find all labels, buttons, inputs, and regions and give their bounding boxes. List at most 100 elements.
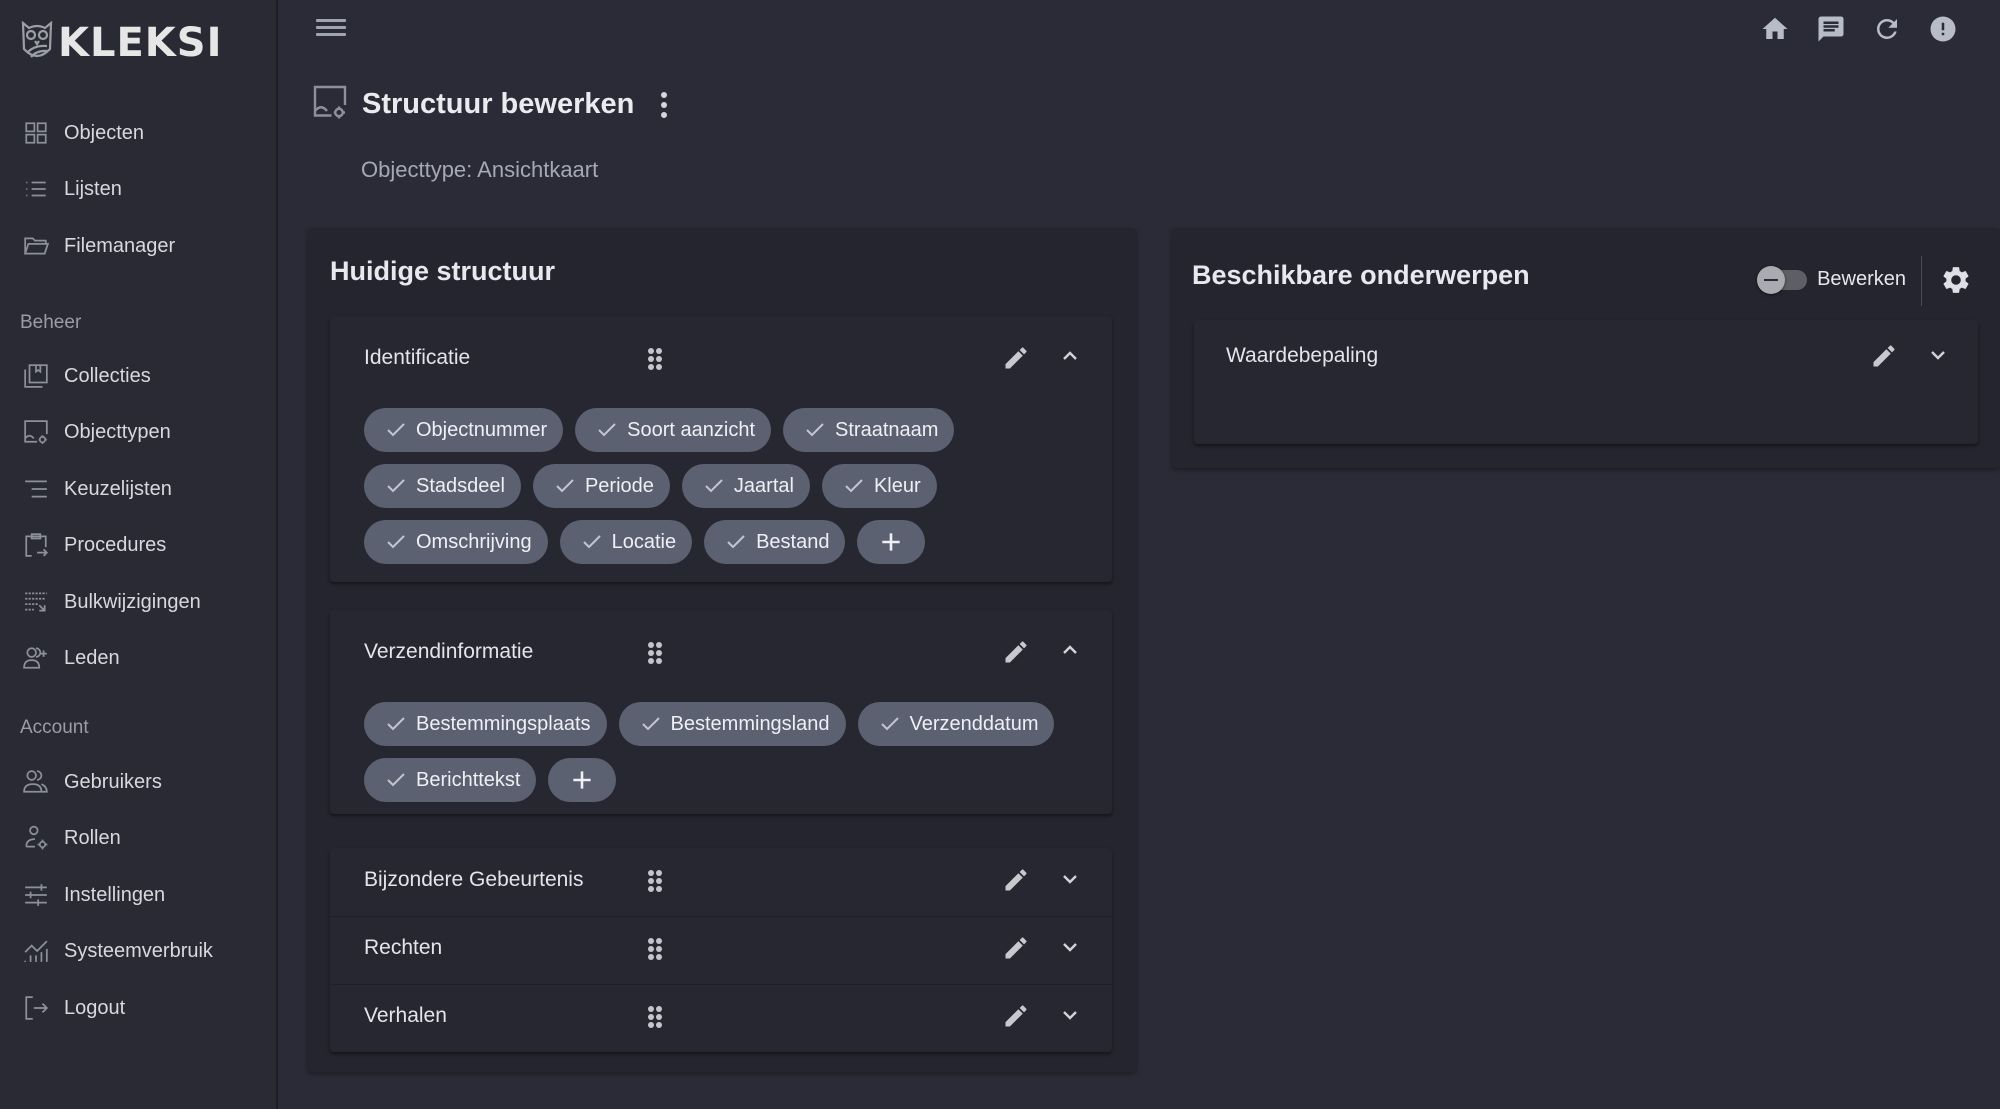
subject-label: Waardebepaling [1226,344,1379,367]
field-chip[interactable]: Straatnaam [783,408,955,452]
edit-subject-button[interactable] [1870,342,1900,372]
field-chip[interactable]: Locatie [559,520,693,564]
sidebar-item-label: Collecties [64,364,151,387]
field-chip-list: Bestemmingsplaats Bestemmingsland Verzen… [364,702,1064,802]
field-chip[interactable]: Bestemmingsland [618,702,846,746]
sidebar-item-objecten[interactable]: Objecten [22,113,144,153]
structure-group-verhalen[interactable]: Verhalen [330,984,1112,1052]
field-chip[interactable]: Verzenddatum [857,702,1055,746]
sidebar-item-leden[interactable]: Leden [22,638,120,678]
folder-icon [22,232,50,260]
edit-group-button[interactable] [1002,344,1032,374]
expand-group-button[interactable] [1058,866,1086,894]
field-chip-label: Periode [584,474,654,497]
subject-header[interactable]: Waardebepaling [1194,324,1978,392]
plus-icon [882,533,901,551]
page-more-button[interactable] [654,90,674,120]
drag-handle-icon[interactable] [648,1006,662,1028]
field-chip[interactable]: Periode [532,464,670,508]
edit-group-button[interactable] [1002,1002,1032,1032]
sidebar-item-lijsten[interactable]: Lijsten [22,169,122,209]
structure-group-identificatie: Identificatie Objectnummer Soort aanzich… [330,316,1112,582]
edit-group-button[interactable] [1002,866,1032,896]
drag-handle-icon[interactable] [648,642,662,664]
sidebar-item-label: Objecttypen [64,420,171,443]
field-chip[interactable]: Omschrijving [364,520,548,564]
field-chip[interactable]: Objectnummer [364,408,564,452]
drag-handle-icon[interactable] [648,870,662,892]
field-chip[interactable]: Berichttekst [364,758,537,802]
sliders-icon [22,881,50,909]
hamburger-icon-line [316,33,346,36]
field-chip-label: Berichttekst [416,768,521,791]
settings-button[interactable] [1940,264,1972,296]
sidebar-item-systeemverbruik[interactable]: Systeemverbruik [22,931,213,971]
page-title: Structuur bewerken [362,88,635,120]
sidebar-item-filemanager[interactable]: Filemanager [22,226,175,266]
sidebar-item-collecties[interactable]: Collecties [22,356,151,396]
chevron-down-icon [1063,1011,1077,1020]
check-icon [595,418,619,442]
grid-icon [22,119,50,147]
messages-button[interactable] [1816,14,1846,44]
field-chip-label: Objectnummer [416,418,548,441]
field-chip[interactable]: Jaartal [681,464,810,508]
group-header[interactable]: Identificatie [330,326,1112,394]
gear-icon [1943,267,1969,293]
sidebar-item-gebruikers[interactable]: Gebruikers [22,762,162,802]
field-chip[interactable]: Bestemmingsplaats [364,702,607,746]
check-icon [553,474,577,498]
sidebar-item-instellingen[interactable]: Instellingen [22,875,165,915]
collapse-group-button[interactable] [1058,638,1086,666]
field-chip-label: Soort aanzicht [627,418,756,441]
sidebar-item-logout[interactable]: Logout [22,988,125,1028]
field-chip[interactable]: Stadsdeel [364,464,521,508]
sidebar-item-bulkwijzigingen[interactable]: Bulkwijzigingen [22,582,201,622]
topbar-actions [1760,14,1958,44]
sidebar-item-rollen[interactable]: Rollen [22,818,121,858]
menu-toggle-button[interactable] [316,16,346,40]
field-chip-list: Objectnummer Soort aanzicht Straatnaam S… [364,408,964,564]
field-chip[interactable]: Soort aanzicht [575,408,772,452]
sidebar-item-label: Bulkwijzigingen [64,590,201,613]
check-icon [842,474,866,498]
more-vert-icon-dot [661,101,668,108]
chevron-down-icon [1931,351,1945,360]
message-icon [1818,16,1844,42]
sidebar-item-label: Objecten [64,121,145,144]
sidebar-item-label: Rollen [64,826,121,849]
edit-group-button[interactable] [1002,638,1032,668]
home-button[interactable] [1760,14,1790,44]
add-field-button[interactable] [857,520,926,564]
group-header[interactable]: Verzendinformatie [330,620,1112,688]
page-header: Structuur bewerken [312,84,674,125]
drag-handle-icon[interactable] [648,348,662,370]
drag-handle-icon[interactable] [648,938,662,960]
toggle-switch[interactable] [1757,266,1808,294]
sidebar-item-label: Procedures [64,533,167,556]
refresh-button[interactable] [1872,14,1902,44]
logo[interactable]: KLEKSI [20,18,223,68]
check-icon [580,530,604,554]
structure-group-rechten[interactable]: Rechten [330,916,1112,984]
sidebar-item-procedures[interactable]: Procedures [22,525,166,565]
chevron-up-icon [1063,645,1077,654]
edit-group-button[interactable] [1002,934,1032,964]
field-chip[interactable]: Kleur [821,464,937,508]
structure-group-bijzondere-gebeurtenis[interactable]: Bijzondere Gebeurtenis [330,848,1112,916]
add-field-button[interactable] [548,758,617,802]
sidebar-item-objecttypen[interactable]: Objecttypen [22,412,171,452]
expand-subject-button[interactable] [1926,342,1954,370]
field-chip[interactable]: Bestand [704,520,846,564]
expand-group-button[interactable] [1058,1002,1086,1030]
alert-button[interactable] [1928,14,1958,44]
group-label: Verhalen [364,1004,447,1027]
alert-icon [1930,16,1956,42]
check-icon [702,474,726,498]
sidebar-item-keuzelijsten[interactable]: Keuzelijsten [22,469,172,509]
collapse-group-button[interactable] [1058,344,1086,372]
collapsed-groups: Bijzondere Gebeurtenis Rechten Verhalen [330,848,1112,1052]
edit-toggle[interactable]: Bewerken [1757,266,1906,294]
expand-group-button[interactable] [1058,934,1086,962]
more-vert-icon [661,91,668,98]
